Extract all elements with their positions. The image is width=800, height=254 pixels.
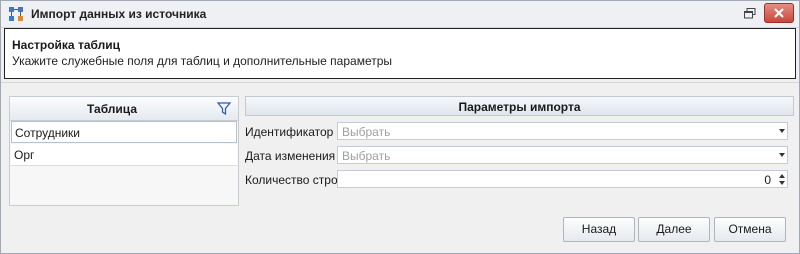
step-title: Настройка таблиц <box>12 38 120 52</box>
row-count-value: 0 <box>764 173 771 187</box>
modified-date-select[interactable]: Выбрать <box>337 146 788 164</box>
close-icon <box>774 8 784 18</box>
table-row-label: Сотрудники <box>15 126 80 140</box>
chevron-down-icon[interactable] <box>779 153 785 157</box>
import-params-title: Параметры импорта <box>458 100 581 114</box>
title-bar[interactable]: Импорт данных из источника <box>1 1 799 28</box>
step-description: Укажите служебные поля для таблиц и допо… <box>12 54 393 68</box>
modified-date-placeholder: Выбрать <box>342 149 391 163</box>
wizard-header: Настройка таблиц Укажите служебные поля … <box>4 28 796 79</box>
app-icon <box>9 7 23 21</box>
stepper-down-icon[interactable] <box>779 181 785 185</box>
table-row[interactable]: Орг <box>11 144 237 166</box>
modified-date-label: Дата изменения <box>245 149 336 163</box>
table-row[interactable]: Сотрудники <box>11 121 237 143</box>
stepper-up-icon[interactable] <box>779 174 785 178</box>
restore-button[interactable] <box>736 3 764 23</box>
close-button[interactable] <box>764 3 794 23</box>
filter-icon[interactable] <box>217 102 231 115</box>
import-dialog: Импорт данных из источника Настройка таб… <box>0 0 800 254</box>
cancel-button[interactable]: Отмена <box>714 217 786 242</box>
restore-icon <box>744 7 756 18</box>
row-count-label: Количество строк <box>245 173 343 187</box>
back-button[interactable]: Назад <box>563 217 635 242</box>
window-title: Импорт данных из источника <box>31 7 207 21</box>
chevron-down-icon[interactable] <box>779 129 785 133</box>
table-row-label: Орг <box>14 148 35 162</box>
identifier-placeholder: Выбрать <box>342 125 391 139</box>
identifier-select[interactable]: Выбрать <box>337 122 788 140</box>
next-button[interactable]: Далее <box>638 217 710 242</box>
tables-grid: Таблица Сотрудники Орг <box>9 96 239 206</box>
import-params-header: Параметры импорта <box>245 96 794 116</box>
header-divider <box>1 82 799 83</box>
tables-column-label: Таблица <box>86 102 137 116</box>
identifier-label: Идентификатор <box>245 125 334 139</box>
row-count-stepper[interactable]: 0 <box>337 170 788 188</box>
tables-column-header[interactable]: Таблица <box>10 97 238 121</box>
